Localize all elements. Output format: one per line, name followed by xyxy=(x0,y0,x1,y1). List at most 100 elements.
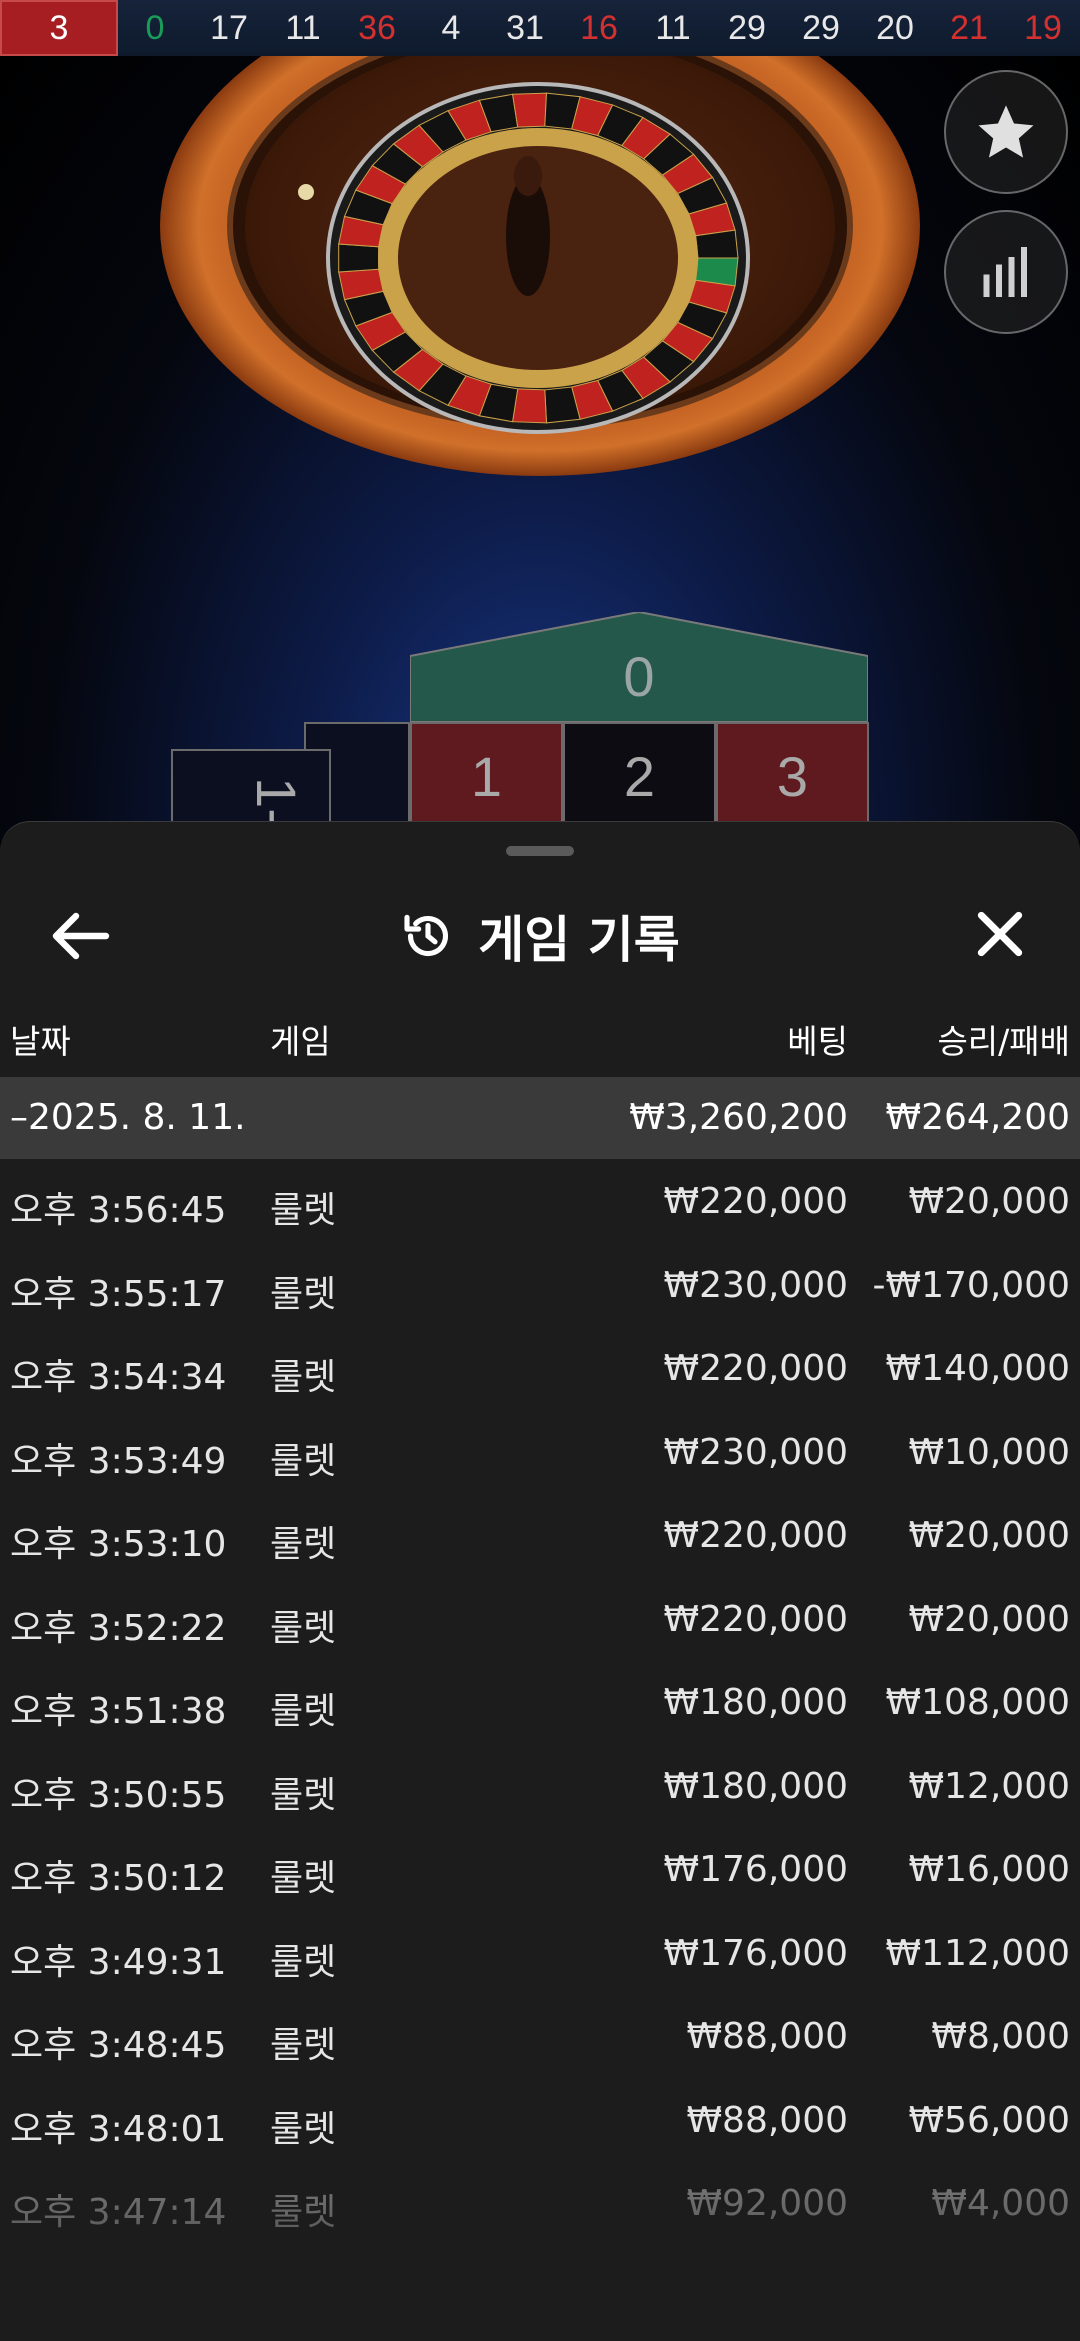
row-bet: ₩220,000 xyxy=(663,1181,848,1222)
drag-handle[interactable] xyxy=(506,846,574,856)
history-row[interactable]: 오후 3:52:22 룰렛 ₩220,000 ₩20,000 xyxy=(0,1577,1080,1661)
column-win-loss: 승리/패배 xyxy=(937,1022,1070,1061)
result-number: 29 xyxy=(728,8,766,47)
row-game: 룰렛 xyxy=(270,2108,337,2150)
result-number: 21 xyxy=(950,8,988,47)
result-number: 16 xyxy=(580,8,618,47)
results-history-strip: 3 0 17 11 36 4 31 16 11 29 29 20 21 19 xyxy=(0,0,1080,56)
row-bet: ₩220,000 xyxy=(663,1515,848,1556)
result-number: 29 xyxy=(802,8,840,47)
row-bet: ₩230,000 xyxy=(663,1264,848,1306)
list-fade xyxy=(0,2161,1080,2341)
row-time: 오후 3:51:38 xyxy=(10,1691,227,1732)
row-win-loss: ₩108,000 xyxy=(885,1682,1070,1723)
row-win-loss: ₩16,000 xyxy=(908,1849,1070,1890)
history-row[interactable]: 오후 3:50:55 룰렛 ₩180,000 ₩12,000 xyxy=(0,1744,1080,1828)
result-number: 36 xyxy=(358,8,396,47)
result-number: 11 xyxy=(285,8,321,47)
row-win-loss: ₩20,000 xyxy=(908,1598,1070,1640)
row-game: 룰렛 xyxy=(270,1691,337,1732)
history-row[interactable]: 오후 3:54:34 룰렛 ₩220,000 ₩140,000 xyxy=(0,1326,1080,1410)
row-win-loss: ₩20,000 xyxy=(908,1515,1070,1556)
row-win-loss: ₩12,000 xyxy=(908,1765,1070,1807)
history-row[interactable]: 오후 3:51:38 룰렛 ₩180,000 ₩108,000 xyxy=(0,1660,1080,1744)
bet-spot-zero[interactable]: 0 xyxy=(410,612,868,722)
row-bet: ₩230,000 xyxy=(663,1431,848,1473)
history-row[interactable]: 오후 3:56:45 룰렛 ₩220,000 ₩20,000 xyxy=(0,1159,1080,1243)
history-row[interactable]: 오후 3:48:01 룰렛 ₩88,000 ₩56,000 xyxy=(0,2078,1080,2162)
close-button[interactable] xyxy=(972,906,1028,962)
row-game: 룰렛 xyxy=(270,1774,337,1816)
row-game: 룰렛 xyxy=(270,1440,337,1482)
result-number: 19 xyxy=(1024,8,1062,47)
row-win-loss: ₩112,000 xyxy=(885,1932,1070,1974)
row-bet: ₩88,000 xyxy=(686,2016,848,2057)
row-game: 룰렛 xyxy=(270,2025,337,2066)
history-row[interactable]: 오후 3:48:45 룰렛 ₩88,000 ₩8,000 xyxy=(0,1994,1080,2078)
result-number: 4 xyxy=(441,8,461,47)
sheet-header: 게임 기록 xyxy=(0,882,1080,982)
date-group-bet-total: ₩3,260,200 xyxy=(629,1097,848,1138)
history-row[interactable]: 오후 3:50:12 룰렛 ₩176,000 ₩16,000 xyxy=(0,1827,1080,1911)
star-icon xyxy=(978,105,1034,158)
column-game: 게임 xyxy=(270,1022,331,1061)
history-row[interactable]: 오후 3:49:31 룰렛 ₩176,000 ₩112,000 xyxy=(0,1911,1080,1995)
row-game: 룰렛 xyxy=(270,1524,337,1565)
result-number: 31 xyxy=(506,8,544,47)
result-number: 11 xyxy=(655,8,691,47)
bar-chart-icon xyxy=(983,247,1027,297)
wheel-pocket xyxy=(512,92,548,128)
date-group-header[interactable]: –2025. 8. 11. ₩3,260,200 ₩264,200 xyxy=(0,1077,1080,1159)
row-game: 룰렛 xyxy=(270,1357,337,1398)
row-time: 오후 3:48:01 xyxy=(10,2108,227,2150)
row-time: 오후 3:54:34 xyxy=(10,1357,227,1398)
row-bet: ₩180,000 xyxy=(663,1765,848,1807)
row-time: 오후 3:53:10 xyxy=(10,1524,227,1565)
history-row[interactable]: 오후 3:53:49 룰렛 ₩230,000 ₩10,000 xyxy=(0,1410,1080,1494)
row-game: 룰렛 xyxy=(270,1858,337,1899)
row-time: 오후 3:48:45 xyxy=(10,2025,227,2066)
row-game: 룰렛 xyxy=(270,1190,337,1231)
sheet-title: 게임 기록 xyxy=(478,911,680,969)
row-bet: ₩180,000 xyxy=(663,1682,848,1723)
row-time: 오후 3:55:17 xyxy=(10,1273,227,1315)
favorite-button[interactable] xyxy=(944,70,1068,194)
row-bet: ₩88,000 xyxy=(686,2099,848,2141)
column-headers: 날짜 게임 베팅 승리/패배 xyxy=(0,1015,1080,1071)
row-bet: ₩176,000 xyxy=(663,1849,848,1890)
result-number: 17 xyxy=(210,8,248,47)
history-row[interactable]: 오후 3:55:17 룰렛 ₩230,000 -₩170,000 xyxy=(0,1243,1080,1327)
row-time: 오후 3:56:45 xyxy=(10,1190,227,1231)
row-game: 룰렛 xyxy=(270,1273,337,1315)
wheel-pocket xyxy=(512,388,548,424)
result-number: 20 xyxy=(876,8,914,47)
row-win-loss: ₩8,000 xyxy=(931,2016,1070,2057)
history-row[interactable]: 오후 3:53:10 룰렛 ₩220,000 ₩20,000 xyxy=(0,1493,1080,1577)
title-area: 게임 기록 xyxy=(0,900,1080,972)
row-win-loss: ₩10,000 xyxy=(908,1431,1070,1473)
previous-results: 0 17 11 36 4 31 16 11 29 29 20 21 19 xyxy=(118,0,1080,56)
wheel-pocket xyxy=(338,243,380,273)
roulette-wheel xyxy=(160,56,920,476)
row-bet: ₩220,000 xyxy=(663,1348,848,1389)
date-group-win-total: ₩264,200 xyxy=(885,1097,1070,1138)
row-time: 오후 3:50:12 xyxy=(10,1858,227,1899)
row-time: 오후 3:53:49 xyxy=(10,1440,227,1482)
game-history-sheet: 게임 기록 날짜 게임 베팅 승리/패배 –2025. 8. 11. ₩3,26… xyxy=(0,821,1080,2341)
row-time: 오후 3:49:31 xyxy=(10,1941,227,1983)
result-number: 0 xyxy=(145,8,165,47)
roulette-stage: 0 1- 1 2 3 xyxy=(0,56,1080,840)
close-icon xyxy=(977,911,1023,957)
row-win-loss: ₩140,000 xyxy=(885,1348,1070,1389)
zero-label: 0 xyxy=(623,645,655,708)
row-win-loss: ₩56,000 xyxy=(908,2099,1070,2141)
column-date: 날짜 xyxy=(10,1022,71,1061)
row-game: 룰렛 xyxy=(270,1607,337,1649)
history-list: 오후 3:56:45 룰렛 ₩220,000 ₩20,000 오후 3:55:17 룰렛 ₩… xyxy=(0,1159,1080,2245)
row-bet: ₩176,000 xyxy=(663,1932,848,1974)
latest-result: 3 xyxy=(0,0,118,56)
statistics-button[interactable] xyxy=(944,210,1068,334)
row-win-loss: ₩20,000 xyxy=(908,1181,1070,1222)
row-win-loss: -₩170,000 xyxy=(872,1264,1070,1306)
row-time: 오후 3:50:55 xyxy=(10,1774,227,1816)
